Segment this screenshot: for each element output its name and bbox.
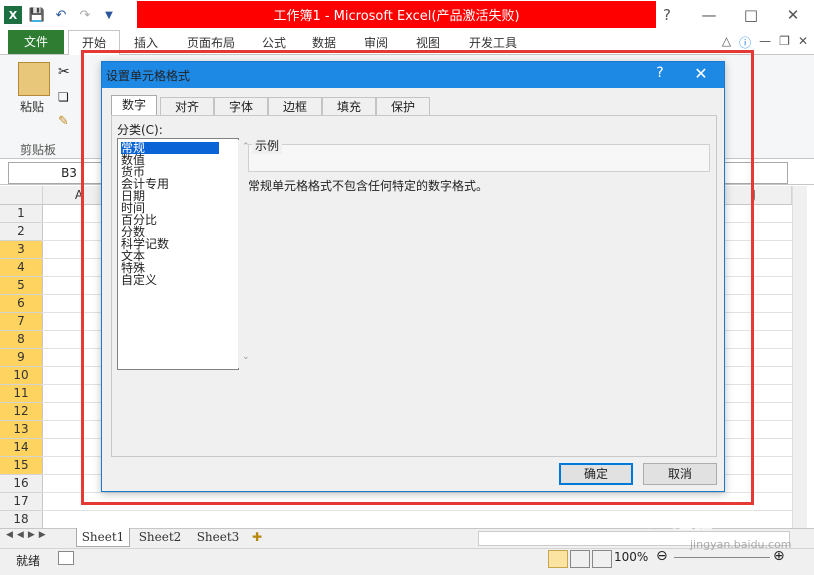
watermark-logo: Bai 经验 xyxy=(630,509,713,533)
dialog-title-bar[interactable] xyxy=(102,62,724,88)
row-header[interactable]: 10 xyxy=(0,367,43,385)
minimize-workbook-icon[interactable]: — xyxy=(759,34,771,51)
new-sheet-icon[interactable]: ✚ xyxy=(252,530,262,544)
customize-icon[interactable]: ▼ xyxy=(100,6,118,24)
clipboard-group-label: 剪贴板 xyxy=(20,143,57,157)
chevron-down-icon[interactable]: ⌄ xyxy=(242,352,250,362)
dialog-help-button[interactable]: ? xyxy=(650,65,670,85)
close-button[interactable]: ✕ xyxy=(772,0,814,30)
ribbon-right-controls: △ ⓘ — ❐ ✕ xyxy=(722,34,808,51)
row-header[interactable]: 9 xyxy=(0,349,43,367)
sheet-nav-icons[interactable]: ◀◀▶▶ xyxy=(6,530,50,540)
category-item-custom[interactable]: 自定义 xyxy=(121,274,157,286)
minimize-button[interactable]: — xyxy=(688,0,730,30)
maximize-button[interactable]: □ xyxy=(730,0,772,30)
row-header[interactable]: 3 xyxy=(0,241,43,259)
help-icon[interactable]: ? xyxy=(646,0,688,30)
row-header[interactable]: 5 xyxy=(0,277,43,295)
normal-view-icon[interactable] xyxy=(548,550,568,568)
excel-icon[interactable]: X xyxy=(4,6,22,24)
select-all-corner[interactable] xyxy=(0,186,43,205)
collapse-ribbon-icon[interactable]: △ xyxy=(722,34,731,51)
macro-record-icon[interactable] xyxy=(58,551,74,565)
format-cells-dialog: 设置单元格格式 ? ✕ 数字 对齐 字体 边框 填充 保护 分类(C): 常规 … xyxy=(101,61,725,492)
paste-icon[interactable] xyxy=(18,62,50,96)
redo-icon[interactable]: ↷ xyxy=(76,6,94,24)
category-list-scrollbar[interactable]: ⌃ ⌄ xyxy=(238,140,254,368)
vertical-scrollbar[interactable] xyxy=(792,186,807,528)
example-label: 示例 xyxy=(252,137,283,154)
dialog-tab-alignment[interactable]: 对齐 xyxy=(160,97,214,116)
row-header[interactable]: 8 xyxy=(0,331,43,349)
zoom-slider[interactable] xyxy=(674,557,770,558)
page-break-view-icon[interactable] xyxy=(592,550,612,568)
restore-workbook-icon[interactable]: ❐ xyxy=(779,34,790,51)
row-header[interactable]: 1 xyxy=(0,205,43,223)
dialog-tab-border[interactable]: 边框 xyxy=(268,97,322,116)
window-title: 工作簿1 - Microsoft Excel(产品激活失败) xyxy=(137,1,656,28)
dialog-tab-protection[interactable]: 保护 xyxy=(376,97,430,116)
ok-button[interactable]: 确定 xyxy=(559,463,633,485)
format-description: 常规单元格格式不包含任何特定的数字格式。 xyxy=(248,179,489,193)
row-header[interactable]: 17 xyxy=(0,493,43,511)
row-header[interactable]: 11 xyxy=(0,385,43,403)
dialog-tab-fill[interactable]: 填充 xyxy=(322,97,376,116)
cut-icon[interactable]: ✂ xyxy=(58,64,70,80)
tab-file[interactable]: 文件 xyxy=(8,30,64,54)
copy-icon[interactable]: ❏ xyxy=(58,90,69,104)
row-header[interactable]: 4 xyxy=(0,259,43,277)
category-list[interactable]: 常规 数值 货币 会计专用 日期 时间 百分比 分数 科学记数 文本 特殊 自定… xyxy=(117,138,254,370)
format-painter-icon[interactable]: ✎ xyxy=(58,114,69,129)
status-ready: 就绪 xyxy=(16,554,41,568)
dialog-close-button[interactable]: ✕ xyxy=(688,64,714,86)
row-header[interactable]: 14 xyxy=(0,439,43,457)
zoom-out-icon[interactable]: ⊖ xyxy=(656,548,668,564)
row-header[interactable]: 13 xyxy=(0,421,43,439)
row-header[interactable]: 6 xyxy=(0,295,43,313)
zoom-level[interactable]: 100% xyxy=(614,550,648,564)
save-icon[interactable]: 💾 xyxy=(28,6,46,24)
dialog-title: 设置单元格格式 xyxy=(106,69,191,83)
row-header[interactable]: 15 xyxy=(0,457,43,475)
sheet-tab-3[interactable]: Sheet3 xyxy=(192,528,244,546)
quick-access-toolbar: X 💾 ↶ ↷ ▼ xyxy=(4,4,118,26)
window-controls: ? — □ ✕ xyxy=(646,0,814,30)
dialog-tab-number[interactable]: 数字 xyxy=(111,95,157,117)
help-circle-icon[interactable]: ⓘ xyxy=(739,34,751,51)
dialog-tab-font[interactable]: 字体 xyxy=(214,97,268,116)
row-header[interactable]: 7 xyxy=(0,313,43,331)
row-header[interactable]: 12 xyxy=(0,403,43,421)
example-box xyxy=(248,144,710,172)
category-label: 分类(C): xyxy=(117,123,163,137)
paste-label[interactable]: 粘贴 xyxy=(20,98,44,115)
row-header[interactable]: 2 xyxy=(0,223,43,241)
cancel-button[interactable]: 取消 xyxy=(643,463,717,485)
undo-icon[interactable]: ↶ xyxy=(52,6,70,24)
row-header[interactable]: 16 xyxy=(0,475,43,493)
page-layout-view-icon[interactable] xyxy=(570,550,590,568)
status-bar xyxy=(0,548,814,575)
watermark-url: jingyan.baidu.com xyxy=(690,538,792,551)
close-workbook-icon[interactable]: ✕ xyxy=(798,34,808,51)
sheet-tab-2[interactable]: Sheet2 xyxy=(134,528,186,546)
sheet-tab-1[interactable]: Sheet1 xyxy=(76,528,130,547)
row-header[interactable]: 18 xyxy=(0,511,43,529)
